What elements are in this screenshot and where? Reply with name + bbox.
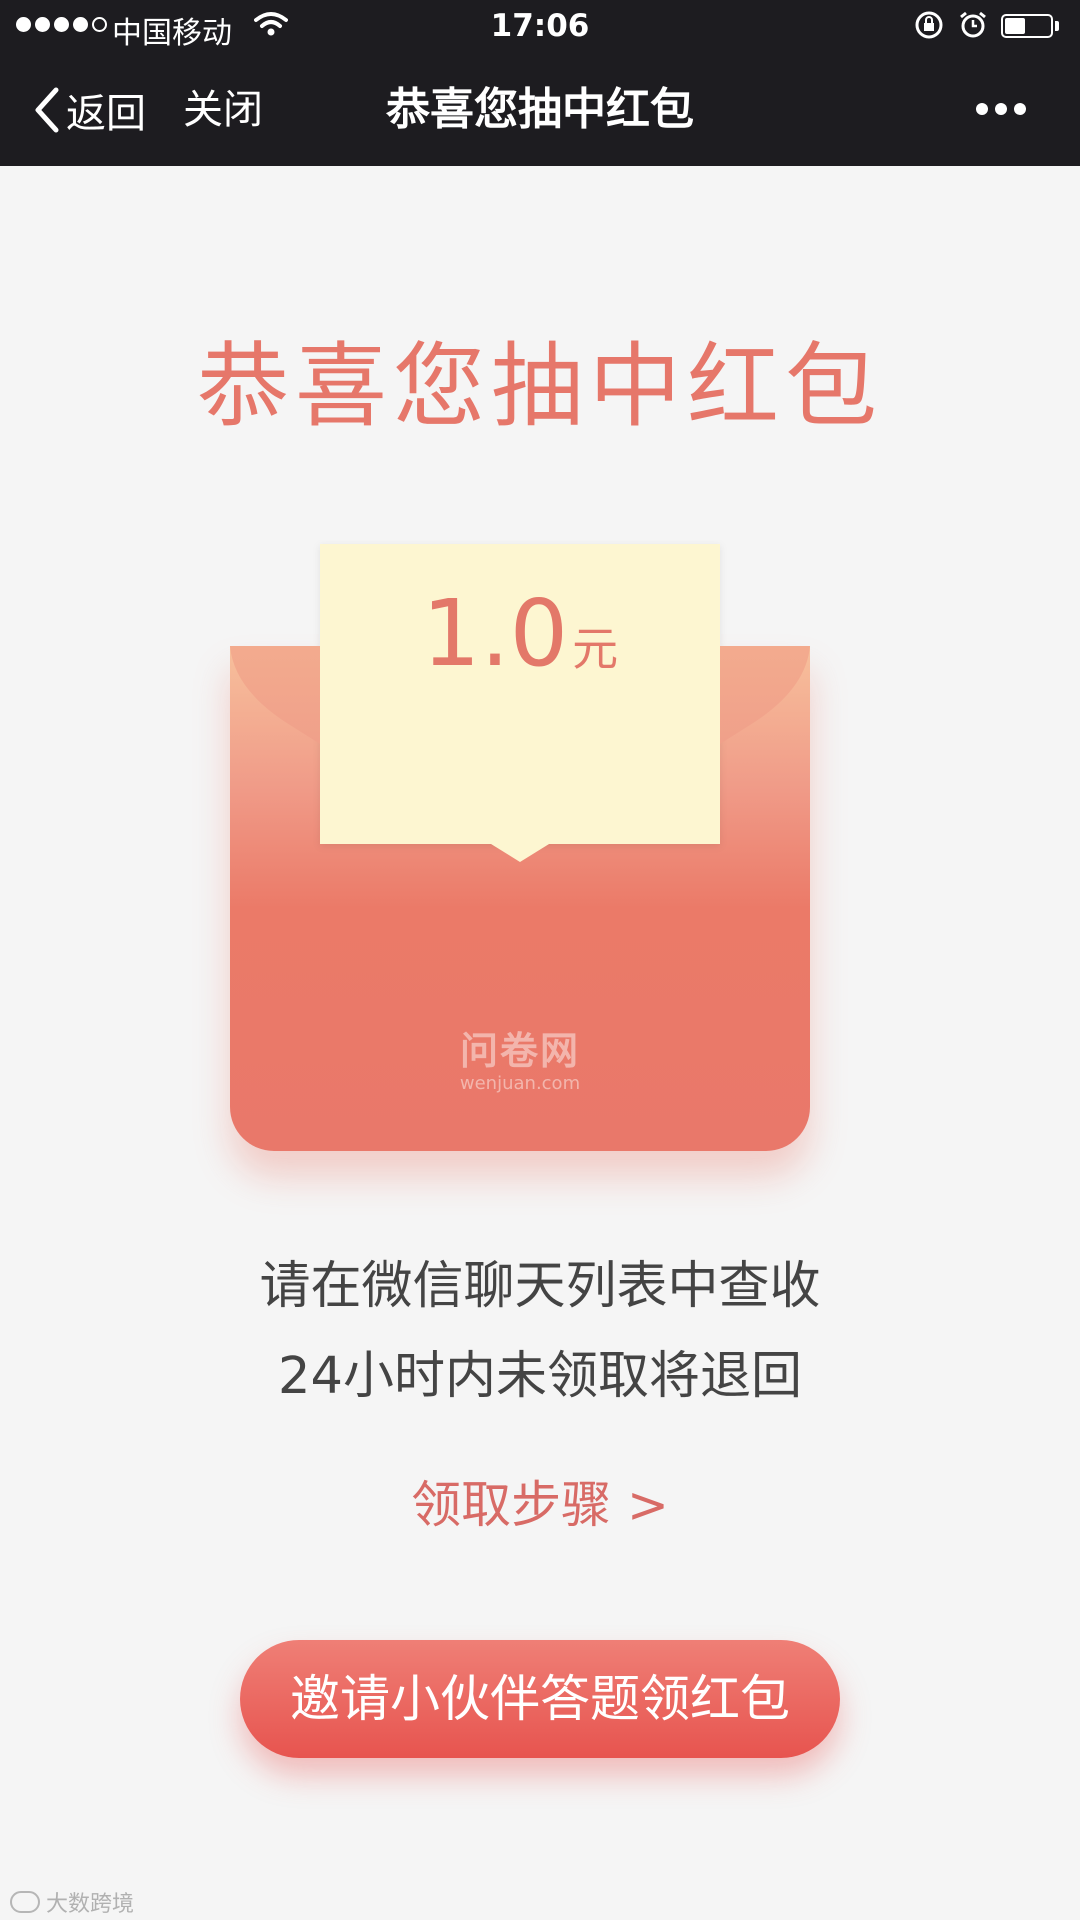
page-heading: 恭喜您抽中红包	[196, 333, 883, 440]
more-dot-icon	[995, 103, 1007, 115]
invite-friends-button[interactable]: 邀请小伙伴答题领红包	[240, 1640, 840, 1758]
status-bar: 中国移动 17:06	[0, 0, 1080, 54]
battery-level	[1005, 18, 1025, 34]
notice-line-2: 24小时内未领取将退回	[278, 1347, 802, 1406]
red-envelope: 1.0元 问卷网 wenjuan.com	[230, 540, 810, 1160]
amount-value: 1.0	[421, 580, 569, 687]
brand-domain: wenjuan.com	[459, 1073, 581, 1094]
nav-title: 恭喜您抽中红包	[386, 84, 694, 135]
battery-icon	[1001, 14, 1053, 38]
rotation-lock-icon	[915, 11, 943, 39]
watermark: 大数跨境	[10, 1886, 134, 1918]
prize-amount: 1.0元	[230, 580, 810, 687]
watermark-text: 大数跨境	[46, 1892, 135, 1917]
amount-unit: 元	[572, 622, 619, 676]
more-dot-icon	[1014, 103, 1026, 115]
nav-bar: 返回 关闭 恭喜您抽中红包	[0, 54, 1080, 166]
brand-logo: 问卷网 wenjuan.com	[230, 1020, 810, 1094]
notice-line-1: 请在微信聊天列表中查收	[259, 1257, 821, 1316]
alarm-icon	[960, 11, 986, 38]
watermark-logo-icon	[10, 1891, 40, 1913]
claim-steps-link[interactable]: 领取步骤 >	[0, 1465, 1080, 1537]
top-bar: 中国移动 17:06 返回 关闭 恭喜您抽中红包	[0, 0, 1080, 166]
battery-cap	[1055, 21, 1059, 31]
brand-name: 问卷网	[459, 1029, 580, 1073]
more-options-button[interactable]	[976, 103, 1026, 115]
more-dot-icon	[976, 103, 988, 115]
